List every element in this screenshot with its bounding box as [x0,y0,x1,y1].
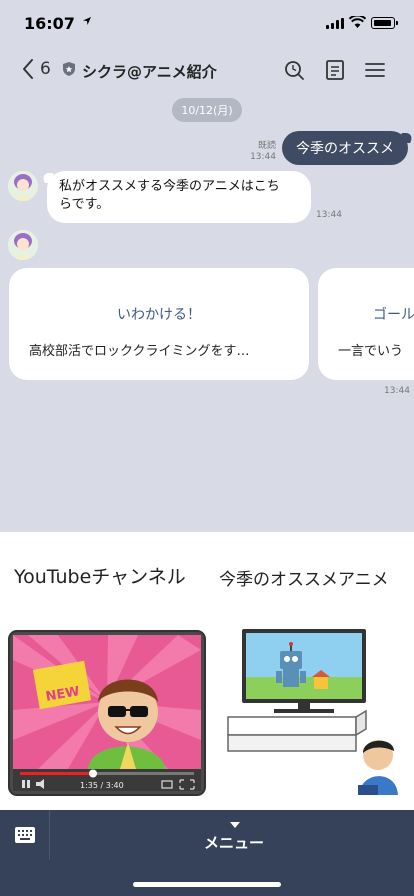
message-time: 13:44 [384,386,410,396]
battery-icon [371,17,398,29]
status-bar: 16:07 [0,0,414,48]
message-time: 13:44 [250,152,276,162]
card-title[interactable]: いわかける！ [9,304,309,324]
signal-icon [326,18,344,29]
child-watching-tv-illustration[interactable] [226,627,402,795]
unread-count: 6 [40,59,51,79]
youtube-channel-label[interactable]: YouTubeチャンネル [14,562,186,589]
chevron-left-icon [23,59,33,79]
notes-icon[interactable] [322,57,348,83]
menu-label: メニュー [203,833,264,852]
card-title[interactable]: ゴール [373,304,414,324]
status-time: 16:07 [24,14,75,33]
avatar[interactable] [8,230,38,260]
caret-down-icon [230,821,240,828]
outgoing-meta: 既読 13:44 [244,141,276,163]
card-description: 高校部活でロッククライミングをす… [29,344,250,359]
incoming-message-line2: らです。 [59,197,110,212]
home-indicator [133,882,281,887]
back-button[interactable]: 6 [22,58,51,80]
search-icon[interactable] [281,57,307,83]
location-arrow-icon [83,17,91,25]
carousel-card[interactable]: いわかける！ 高校部活でロッククライミングをす… [9,268,309,380]
chat-header: 6 シクラ@アニメ紹介 [0,52,414,88]
avatar[interactable] [8,171,38,201]
player-time: 1:35 / 3:40 [80,781,124,790]
carousel-card[interactable]: ゴール 一言でいう [318,268,414,380]
rich-menu: YouTubeチャンネル 今季のオススメアニメ NEW 1:35 / 3:40 [0,532,414,810]
outgoing-message-text: 今季のオススメ [296,141,394,157]
incoming-message[interactable]: 私がオススメする今季のアニメはこち らです。 [47,171,311,223]
keyboard-button[interactable] [0,810,50,860]
youtube-video-illustration[interactable]: NEW 1:35 / 3:40 [8,630,206,796]
menu-toggle-button[interactable]: メニュー [60,810,414,864]
chat-title: シクラ@アニメ紹介 [82,63,217,81]
date-separator: 10/12(月) [172,98,242,122]
shield-icon [63,62,75,76]
read-receipt: 既読 [257,141,276,151]
anime-avatar-icon [8,171,38,201]
outgoing-message[interactable]: 今季のオススメ [282,131,408,165]
card-description: 一言でいう [338,344,404,359]
keyboard-icon [14,827,35,843]
incoming-message-line1: 私がオススメする今季のアニメはこち [59,179,280,194]
message-time: 13:44 [316,210,342,220]
bottom-bar: メニュー [0,810,414,896]
chat-area[interactable]: 16:07 6 シクラ@アニメ紹介 10/12(月) 既読 13:44 今季のオ… [0,0,414,532]
menu-icon[interactable] [362,57,388,83]
recommended-anime-label[interactable]: 今季のオススメアニメ [219,565,389,590]
wifi-icon [349,16,366,28]
anime-avatar-icon [8,230,38,260]
